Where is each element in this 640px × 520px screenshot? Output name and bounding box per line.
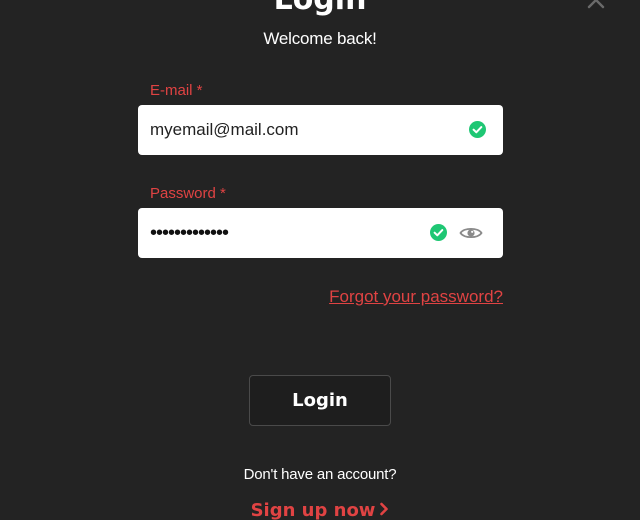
- password-label: Password *: [150, 185, 226, 202]
- password-field-container: [138, 208, 503, 258]
- check-circle-icon: [469, 121, 486, 138]
- signup-link-label: Sign up now: [250, 500, 376, 520]
- login-button[interactable]: Login: [249, 375, 391, 426]
- account-prompt: Don't have an account?: [243, 466, 397, 483]
- signup-link[interactable]: Sign up now: [0, 500, 640, 520]
- login-dialog: Login Welcome back! E-mail * Password *: [0, 0, 640, 520]
- welcome-subtitle: Welcome back!: [263, 29, 377, 48]
- check-circle-icon: [430, 224, 447, 241]
- chevron-right-icon: [379, 500, 389, 520]
- dialog-title: Login: [0, 0, 640, 18]
- show-password-eye-icon[interactable]: [459, 222, 483, 244]
- email-label: E-mail *: [150, 82, 203, 99]
- close-button[interactable]: [584, 0, 608, 12]
- close-icon: [584, 0, 608, 12]
- email-field[interactable]: [150, 105, 460, 155]
- email-field-container: [138, 105, 503, 155]
- password-field[interactable]: [150, 208, 420, 258]
- forgot-password-link[interactable]: Forgot your password?: [329, 287, 503, 307]
